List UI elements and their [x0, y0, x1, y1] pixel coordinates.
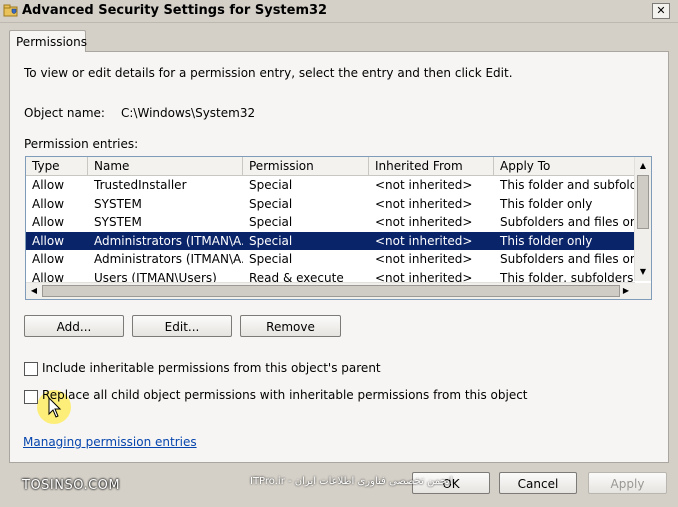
mouse-pointer-icon [48, 397, 62, 418]
cancel-button[interactable]: Cancel [499, 472, 577, 494]
cell-name: Administrators (ITMAN\A... [94, 233, 243, 248]
cell-apply-to: This folder only [500, 233, 593, 248]
horizontal-scroll-thumb[interactable] [42, 285, 620, 297]
cell-permission: Special [249, 178, 293, 192]
vertical-scroll-thumb[interactable] [637, 175, 649, 229]
cell-name: TrustedInstaller [94, 178, 187, 192]
cell-type: Allow [32, 196, 65, 211]
replace-child-label[interactable]: Replace all child object permissions wit… [42, 388, 528, 402]
replace-child-checkbox[interactable] [24, 390, 38, 404]
close-icon: ✕ [656, 4, 666, 17]
cell-inherited-from: <not inherited> [375, 233, 473, 248]
cell-name: SYSTEM [94, 215, 142, 229]
tab-permissions[interactable]: Permissions [9, 30, 87, 52]
watermark-logo-text: TOSINSO.COM [22, 478, 121, 493]
cell-permission: Special [249, 233, 293, 248]
column-header-type[interactable]: Type [26, 157, 88, 175]
scroll-up-icon[interactable]: ▲ [636, 159, 650, 173]
cell-type: Allow [32, 215, 65, 229]
cell-apply-to: Subfolders and files only [500, 252, 635, 266]
scroll-left-icon[interactable]: ◀ [27, 284, 41, 298]
cell-inherited-from: <not inherited> [375, 178, 473, 192]
horizontal-scrollbar[interactable]: ◀ ▶ [26, 282, 635, 299]
column-header-inherited-from[interactable]: Inherited From [369, 157, 494, 175]
remove-button[interactable]: Remove [240, 315, 341, 337]
scroll-down-icon[interactable]: ▼ [636, 265, 650, 279]
cell-type: Allow [32, 233, 65, 248]
permission-entries-list[interactable]: Type Name Permission Inherited From Appl… [25, 156, 652, 300]
vertical-scrollbar[interactable]: ▲ ▼ [634, 157, 651, 281]
folder-shield-icon [3, 4, 18, 17]
add-button[interactable]: Add... [24, 315, 124, 337]
edit-button[interactable]: Edit... [132, 315, 232, 337]
managing-permission-link[interactable]: Managing permission entries [23, 435, 197, 449]
table-row[interactable]: Allow SYSTEM Special <not inherited> This fo… [26, 195, 635, 213]
scroll-right-icon[interactable]: ▶ [619, 284, 633, 298]
column-header-name[interactable]: Name [88, 157, 243, 175]
scrollbar-corner [635, 283, 651, 299]
cell-type: Allow [32, 252, 65, 266]
cell-inherited-from: <not inherited> [375, 196, 473, 211]
permission-entries-label: Permission entries: [24, 137, 139, 151]
description-text: To view or edit details for a permission… [24, 66, 513, 80]
cell-inherited-from: <not inherited> [375, 215, 473, 229]
cell-inherited-from: <not inherited> [375, 252, 473, 266]
watermark-site-text: ITPro.ir - انجمن تخصصی فناوری اطلاعات ای… [250, 476, 453, 487]
cell-name: SYSTEM [94, 196, 142, 211]
cell-apply-to: This folder and subfolders [500, 178, 635, 192]
cell-permission: Special [249, 215, 293, 229]
apply-button[interactable]: Apply [588, 472, 667, 494]
object-name-value: C:\Windows\System32 [121, 106, 256, 120]
table-row[interactable]: Allow Administrators (ITMAN\A... Special <n… [26, 231, 635, 250]
column-header-permission[interactable]: Permission [243, 157, 369, 175]
close-button[interactable]: ✕ [652, 3, 670, 19]
include-inheritable-label[interactable]: Include inheritable permissions from thi… [42, 361, 381, 375]
cell-apply-to: Subfolders and files only [500, 215, 635, 229]
cell-type: Allow [32, 178, 65, 192]
object-name-label: Object name: [24, 106, 105, 120]
table-row[interactable]: Allow Administrators (ITMAN\A... Special <n… [26, 250, 635, 268]
table-row[interactable]: Allow SYSTEM Special <not inherited> Subfold… [26, 213, 635, 231]
cell-apply-to: This folder only [500, 196, 593, 211]
title-bar: Advanced Security Settings for System32 … [0, 0, 678, 23]
cell-name: Administrators (ITMAN\A... [94, 252, 243, 266]
list-header: Type Name Permission Inherited From Appl… [26, 157, 635, 176]
include-inheritable-checkbox[interactable] [24, 362, 38, 376]
cell-permission: Special [249, 196, 293, 211]
tab-label: Permissions [16, 35, 87, 49]
cell-permission: Special [249, 252, 293, 266]
column-header-apply-to[interactable]: Apply To [494, 157, 635, 175]
table-row[interactable]: Allow TrustedInstaller Special <not inherit… [26, 176, 635, 194]
window-title: Advanced Security Settings for System32 [22, 3, 328, 18]
